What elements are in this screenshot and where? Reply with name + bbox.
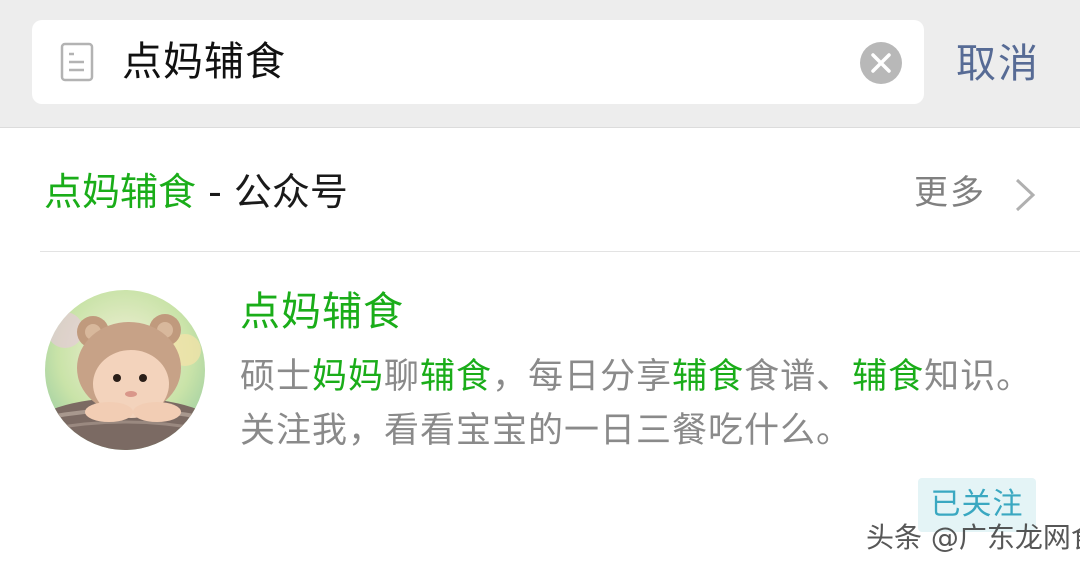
desc-part: ，每日分享: [492, 357, 673, 397]
desc-part: 食谱、: [744, 357, 853, 397]
desc-keyword: 辅食: [672, 357, 745, 397]
section-title-keyword: 点妈辅食: [44, 170, 197, 214]
section-title: 点妈辅食 - 公众号: [44, 165, 348, 219]
section-title-separator: -: [196, 170, 234, 214]
desc-keyword: 妈妈: [312, 357, 385, 397]
search-header: 点妈辅食 取消: [0, 0, 1080, 128]
desc-part: 硕士: [240, 357, 313, 397]
account-name[interactable]: 点妈辅食: [240, 284, 404, 340]
search-input[interactable]: 点妈辅食: [32, 20, 924, 104]
desc-keyword: 辅食: [852, 357, 925, 397]
chevron-right-icon[interactable]: [1014, 177, 1036, 213]
avatar[interactable]: [45, 290, 205, 450]
desc-keyword: 辅食: [420, 357, 493, 397]
section-title-type: 公众号: [233, 170, 348, 214]
baby-avatar-image: [45, 290, 205, 450]
document-icon: [60, 42, 94, 82]
search-query[interactable]: 点妈辅食: [122, 34, 286, 90]
account-description: 硕士妈妈聊辅食，每日分享辅食食谱、辅食知识。关注我，看看宝宝的一日三餐吃什么。: [240, 350, 1040, 458]
desc-part: 聊: [384, 357, 421, 397]
divider: [40, 251, 1080, 252]
cancel-button[interactable]: 取消: [956, 36, 1040, 92]
more-link[interactable]: 更多: [914, 168, 986, 218]
watermark: 头条 @广东龙网食: [866, 521, 1080, 554]
clear-icon[interactable]: [860, 42, 902, 84]
